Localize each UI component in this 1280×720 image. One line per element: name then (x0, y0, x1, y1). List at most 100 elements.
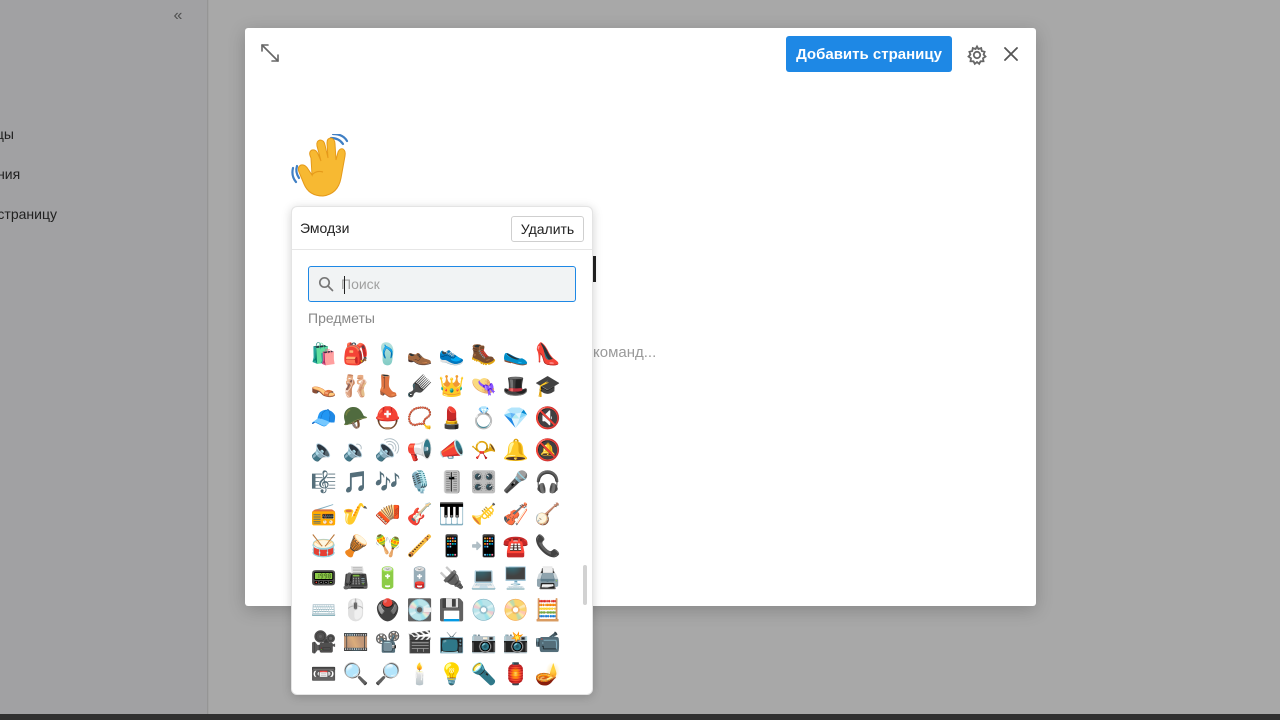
emoji-cell[interactable]: 🎙️ (404, 466, 436, 498)
emoji-cell[interactable]: 🪮 (404, 370, 436, 402)
emoji-cell[interactable]: 🪕 (532, 498, 564, 530)
emoji-cell[interactable]: 💾 (436, 594, 468, 626)
emoji-cell[interactable]: 🔉 (340, 434, 372, 466)
emoji-cell[interactable]: 🪘 (340, 530, 372, 562)
emoji-cell[interactable]: 📲 (468, 530, 500, 562)
add-page-button[interactable]: Добавить страницу (786, 36, 952, 72)
emoji-cell[interactable]: 📿 (404, 402, 436, 434)
emoji-cell[interactable]: 📺 (436, 626, 468, 658)
emoji-cell[interactable]: 🔎 (372, 658, 404, 690)
emoji-cell[interactable]: 👑 (436, 370, 468, 402)
emoji-cell[interactable]: 🪇 (372, 530, 404, 562)
emoji-cell[interactable]: 🖲️ (372, 594, 404, 626)
emoji-cell[interactable]: 💎 (500, 402, 532, 434)
emoji-cell[interactable]: 📞 (532, 530, 564, 562)
expand-icon[interactable] (259, 42, 281, 64)
emoji-cell[interactable]: 🏮 (500, 658, 532, 690)
emoji-cell[interactable]: 🎹 (436, 498, 468, 530)
emoji-scrollbar[interactable] (583, 565, 587, 605)
emoji-cell[interactable]: 🎒 (340, 338, 372, 370)
emoji-cell[interactable]: 🎺 (468, 498, 500, 530)
emoji-cell[interactable]: 🎻 (500, 498, 532, 530)
emoji-cell[interactable]: 💻 (468, 562, 500, 594)
emoji-cell[interactable]: 🪫 (404, 562, 436, 594)
close-icon[interactable] (1000, 43, 1022, 65)
emoji-search-box[interactable] (308, 266, 576, 302)
emoji-cell[interactable]: 📻 (308, 498, 340, 530)
emoji-cell[interactable]: 🎥 (308, 626, 340, 658)
emoji-cell[interactable]: 📸 (500, 626, 532, 658)
emoji-cell[interactable]: 🖱️ (340, 594, 372, 626)
emoji-cell[interactable]: 📷 (468, 626, 500, 658)
emoji-cell[interactable]: ☎️ (500, 530, 532, 562)
emoji-cell[interactable]: 🧢 (308, 402, 340, 434)
emoji-cell[interactable]: 👠 (532, 338, 564, 370)
emoji-row: 📟 📠 🔋 🪫 🔌 💻 🖥️ 🖨️ (308, 562, 564, 594)
emoji-cell[interactable]: 👢 (372, 370, 404, 402)
emoji-cell[interactable]: 🔈 (308, 434, 340, 466)
emoji-cell[interactable]: 🔍 (340, 658, 372, 690)
emoji-cell[interactable]: 🔦 (468, 658, 500, 690)
emoji-cell[interactable]: 🥾 (468, 338, 500, 370)
emoji-cell[interactable]: 🧮 (532, 594, 564, 626)
emoji-cell[interactable]: 📹 (532, 626, 564, 658)
emoji-cell[interactable]: 👞 (404, 338, 436, 370)
emoji-cell[interactable]: 🪗 (372, 498, 404, 530)
emoji-cell[interactable]: ⛑️ (372, 402, 404, 434)
emoji-cell[interactable]: 🕯️ (404, 658, 436, 690)
emoji-cell[interactable]: 👟 (436, 338, 468, 370)
emoji-cell[interactable]: 🎬 (404, 626, 436, 658)
emoji-cell[interactable]: 🩴 (372, 338, 404, 370)
gear-icon[interactable] (965, 43, 989, 67)
emoji-cell[interactable]: 🪖 (340, 402, 372, 434)
emoji-cell[interactable]: 🎞️ (340, 626, 372, 658)
emoji-cell[interactable]: 🎩 (500, 370, 532, 402)
emoji-cell[interactable]: 📯 (468, 434, 500, 466)
page-emoji-icon[interactable] (291, 132, 357, 200)
emoji-cell[interactable]: 💽 (404, 594, 436, 626)
emoji-cell[interactable]: 👡 (308, 370, 340, 402)
emoji-cell[interactable]: 🎷 (340, 498, 372, 530)
emoji-cell[interactable]: 🥿 (500, 338, 532, 370)
emoji-cell[interactable]: 🎶 (372, 466, 404, 498)
emoji-cell[interactable]: 📟 (308, 562, 340, 594)
remove-emoji-button[interactable]: Удалить (511, 216, 584, 242)
emoji-cell[interactable]: 🎸 (404, 498, 436, 530)
emoji-cell[interactable]: 💄 (436, 402, 468, 434)
emoji-cell[interactable]: 🔊 (372, 434, 404, 466)
emoji-cell[interactable]: 🎤 (500, 466, 532, 498)
emoji-row: 👡 🩰 👢 🪮 👑 👒 🎩 🎓 (308, 370, 564, 402)
emoji-cell[interactable]: ⌨️ (308, 594, 340, 626)
emoji-cell[interactable]: 🛍️ (308, 338, 340, 370)
emoji-cell[interactable]: 🎼 (308, 466, 340, 498)
emoji-cell[interactable]: 🔔 (500, 434, 532, 466)
emoji-cell[interactable]: 👒 (468, 370, 500, 402)
emoji-cell[interactable]: 🎵 (340, 466, 372, 498)
emoji-cell[interactable]: 🎛️ (468, 466, 500, 498)
emoji-cell[interactable]: 📱 (436, 530, 468, 562)
emoji-cell[interactable]: 📢 (404, 434, 436, 466)
emoji-cell[interactable]: 🖨️ (532, 562, 564, 594)
emoji-cell[interactable]: 📠 (340, 562, 372, 594)
emoji-cell[interactable]: 🔌 (436, 562, 468, 594)
emoji-cell[interactable]: 🥁 (308, 530, 340, 562)
emoji-cell[interactable]: 📀 (500, 594, 532, 626)
emoji-cell[interactable]: 🪈 (404, 530, 436, 562)
emoji-cell[interactable]: 💡 (436, 658, 468, 690)
emoji-cell[interactable]: 🎚️ (436, 466, 468, 498)
emoji-cell[interactable]: 🪔 (532, 658, 564, 690)
emoji-cell[interactable]: 🔕 (532, 434, 564, 466)
emoji-cell[interactable]: 🔋 (372, 562, 404, 594)
emoji-cell[interactable]: 💍 (468, 402, 500, 434)
emoji-cell[interactable]: 🎓 (532, 370, 564, 402)
emoji-cell[interactable]: 🔇 (532, 402, 564, 434)
emoji-cell[interactable]: 🩰 (340, 370, 372, 402)
bottom-strip (0, 714, 1280, 720)
emoji-cell[interactable]: 🖥️ (500, 562, 532, 594)
emoji-search-input[interactable] (341, 271, 569, 297)
emoji-cell[interactable]: 📼 (308, 658, 340, 690)
emoji-cell[interactable]: 🎧 (532, 466, 564, 498)
emoji-cell[interactable]: 📣 (436, 434, 468, 466)
emoji-cell[interactable]: 💿 (468, 594, 500, 626)
emoji-cell[interactable]: 📽️ (372, 626, 404, 658)
